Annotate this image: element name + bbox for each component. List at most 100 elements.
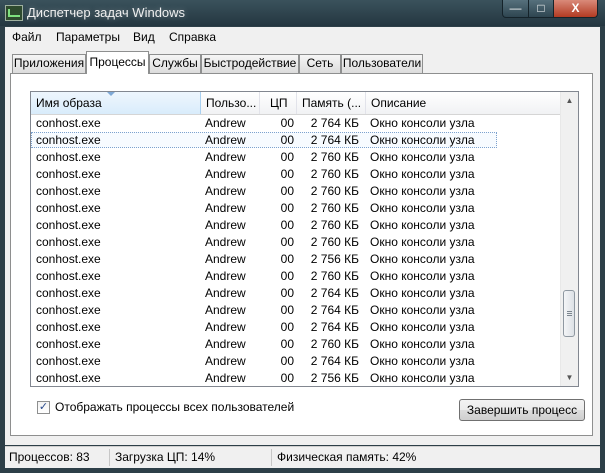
cell-description: Окно консоли узла [370,184,475,198]
show-all-users-label[interactable]: Отображать процессы всех пользователей [55,400,294,414]
cell-description: Окно консоли узла [370,303,475,317]
cell-user: Andrew [205,337,246,351]
cell-user: Andrew [205,269,246,283]
tab-performance[interactable]: Быстродействие [201,54,299,73]
client-area: Файл Параметры Вид Справка Приложения Пр… [5,27,600,445]
menu-options[interactable]: Параметры [56,30,120,44]
tab-applications[interactable]: Приложения [12,54,86,73]
column-cpu[interactable]: ЦП [260,92,297,114]
table-row[interactable]: conhost.exe Andrew 00 2 756 КБ Окно консоли … [31,370,560,386]
cell-user: Andrew [205,286,246,300]
cell-description: Окно консоли узла [370,218,475,232]
cell-user: Andrew [205,303,246,317]
cell-description: Окно консоли узла [370,337,475,351]
cell-cpu: 00 [280,167,294,181]
table-row[interactable]: conhost.exe Andrew 00 2 760 КБ Окно консоли … [31,200,560,217]
cell-cpu: 00 [280,371,294,385]
table-row[interactable]: conhost.exe Andrew 00 2 764 КБ Окно консоли … [31,132,560,149]
cell-memory: 2 764 КБ [310,320,359,334]
cell-memory: 2 760 КБ [310,218,359,232]
table-row[interactable]: conhost.exe Andrew 00 2 760 КБ Окно консоли … [31,234,560,251]
cell-cpu: 00 [280,337,294,351]
tab-processes[interactable]: Процессы [86,51,149,74]
tab-network[interactable]: Сеть [299,54,341,73]
cell-memory: 2 760 КБ [310,235,359,249]
table-row[interactable]: conhost.exe Andrew 00 2 756 КБ Окно консоли … [31,251,560,268]
cell-image-name: conhost.exe [36,184,101,198]
tab-users[interactable]: Пользователи [341,54,423,73]
cell-memory: 2 756 КБ [310,252,359,266]
cell-image-name: conhost.exe [36,354,101,368]
minimize-button[interactable]: — [502,0,529,18]
maximize-button[interactable]: □ [528,0,554,18]
cell-cpu: 00 [280,303,294,317]
cell-user: Andrew [205,201,246,215]
cell-description: Окно консоли узла [370,354,475,368]
cell-image-name: conhost.exe [36,320,101,334]
status-processes: Процессов: 83 [9,450,90,464]
cell-memory: 2 764 КБ [310,286,359,300]
vertical-scrollbar[interactable]: ▲ ▼ [560,92,578,386]
cell-description: Окно консоли узла [370,150,475,164]
cell-memory: 2 764 КБ [310,354,359,368]
cell-user: Andrew [205,235,246,249]
cell-cpu: 00 [280,235,294,249]
menu-view[interactable]: Вид [133,30,155,44]
cell-description: Окно консоли узла [370,116,475,130]
table-row[interactable]: conhost.exe Andrew 00 2 764 КБ Окно консоли … [31,285,560,302]
cell-image-name: conhost.exe [36,303,101,317]
cell-description: Окно консоли узла [370,269,475,283]
task-manager-window: Диспетчер задач Windows — □ X Файл Парам… [0,0,605,473]
scroll-up-icon[interactable]: ▲ [561,92,578,109]
table-row[interactable]: conhost.exe Andrew 00 2 764 КБ Окно консоли … [31,319,560,336]
close-button[interactable]: X [553,0,598,18]
window-title: Диспетчер задач Windows [27,5,186,20]
column-description[interactable]: Описание [366,92,560,114]
cell-description: Окно консоли узла [370,235,475,249]
cell-description: Окно консоли узла [370,167,475,181]
cell-user: Andrew [205,184,246,198]
cell-cpu: 00 [280,269,294,283]
cell-description: Окно консоли узла [370,371,475,385]
table-row[interactable]: conhost.exe Andrew 00 2 760 КБ Окно консоли … [31,217,560,234]
table-row[interactable]: conhost.exe Andrew 00 2 760 КБ Окно консоли … [31,268,560,285]
cell-memory: 2 760 КБ [310,167,359,181]
cell-memory: 2 760 КБ [310,337,359,351]
end-process-button[interactable]: Завершить процесс [459,399,585,421]
table-row[interactable]: conhost.exe Andrew 00 2 760 КБ Окно консоли … [31,166,560,183]
cell-cpu: 00 [280,184,294,198]
process-list[interactable]: Имя образа Пользо... ЦП Память (... Опис… [30,91,579,387]
cell-user: Andrew [205,167,246,181]
menu-help[interactable]: Справка [169,30,216,44]
table-row[interactable]: conhost.exe Andrew 00 2 764 КБ Окно консоли … [31,115,560,132]
table-row[interactable]: conhost.exe Andrew 00 2 760 КБ Окно консоли … [31,183,560,200]
show-all-users-checkbox[interactable]: ✓ [37,401,50,414]
title-bar[interactable]: Диспетчер задач Windows — □ X [0,0,605,26]
cell-image-name: conhost.exe [36,269,101,283]
cell-image-name: conhost.exe [36,116,101,130]
scroll-down-icon[interactable]: ▼ [561,369,578,386]
cell-cpu: 00 [280,286,294,300]
table-row[interactable]: conhost.exe Andrew 00 2 764 КБ Окно консоли … [31,302,560,319]
column-image-name[interactable]: Имя образа [31,92,201,114]
cell-user: Andrew [205,116,246,130]
table-row[interactable]: conhost.exe Andrew 00 2 760 КБ Окно консоли … [31,149,560,166]
cell-memory: 2 760 КБ [310,269,359,283]
menu-file[interactable]: Файл [12,30,42,44]
cell-memory: 2 764 КБ [310,303,359,317]
cell-image-name: conhost.exe [36,133,101,147]
cell-description: Окно консоли узла [370,252,475,266]
column-memory[interactable]: Память (... [297,92,366,114]
cell-user: Andrew [205,133,246,147]
scroll-thumb[interactable] [563,290,575,337]
table-row[interactable]: conhost.exe Andrew 00 2 760 КБ Окно консоли … [31,336,560,353]
cell-memory: 2 756 КБ [310,371,359,385]
cell-memory: 2 764 КБ [310,116,359,130]
task-manager-icon [5,5,23,21]
table-row[interactable]: conhost.exe Andrew 00 2 764 КБ Окно консоли … [31,353,560,370]
cell-image-name: conhost.exe [36,337,101,351]
list-header: Имя образа Пользо... ЦП Память (... Опис… [31,92,560,115]
tab-services[interactable]: Службы [149,54,201,73]
column-user[interactable]: Пользо... [201,92,260,114]
status-divider [109,449,110,466]
